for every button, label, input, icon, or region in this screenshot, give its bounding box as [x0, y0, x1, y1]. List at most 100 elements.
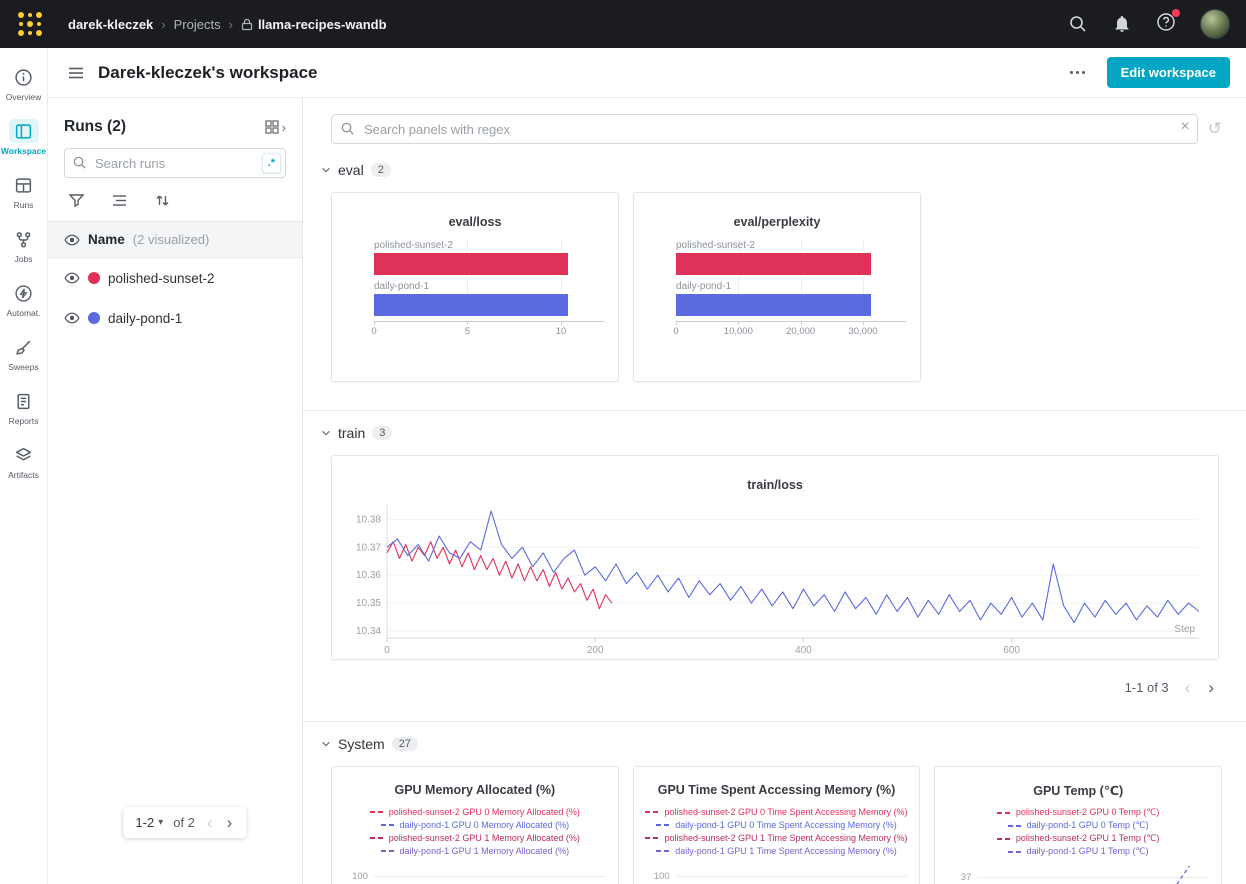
- bar-plot: polished-sunset-2daily-pond-1: [676, 239, 906, 316]
- top-navbar: darek-kleczek › Projects › llama-recipes…: [0, 0, 1246, 48]
- breadcrumb-separator: ›: [161, 17, 165, 32]
- legend-marker-icon: [1008, 851, 1022, 853]
- rail-item-reports[interactable]: Reports: [0, 382, 48, 434]
- breadcrumb-user[interactable]: darek-kleczek: [68, 17, 153, 32]
- rail-item-runs[interactable]: Runs: [0, 166, 48, 218]
- panel-eval-loss[interactable]: eval/loss polished-sunset-2daily-pond-1 …: [331, 192, 619, 382]
- svg-text:0: 0: [384, 645, 390, 656]
- train-loss-line-chart: 10.3410.3510.3610.3710.380200400600Step: [332, 496, 1218, 667]
- run-row-daily-pond-1[interactable]: daily-pond-1: [48, 298, 302, 338]
- runs-panel-title: Runs (2): [64, 118, 126, 136]
- legend-row: daily-pond-1 GPU 1 Time Spent Accessing …: [644, 844, 910, 857]
- bar: [374, 294, 568, 316]
- grid-icon: [264, 119, 280, 135]
- breadcrumb: darek-kleczek › Projects › llama-recipes…: [68, 17, 387, 32]
- prev-panels-button[interactable]: ‹: [1183, 681, 1193, 695]
- panel-title: eval/perplexity: [634, 193, 920, 229]
- legend-marker-icon: [370, 837, 384, 839]
- regex-toggle-button[interactable]: .*: [262, 153, 281, 173]
- svg-text:600: 600: [1003, 645, 1020, 656]
- rail-item-workspace[interactable]: Workspace: [0, 112, 48, 164]
- svg-text:200: 200: [587, 645, 604, 656]
- search-icon: [72, 155, 87, 170]
- page-size-dropdown[interactable]: 1-2 ▾: [135, 815, 163, 830]
- rail-item-sweeps[interactable]: Sweeps: [0, 328, 48, 380]
- automation-bolt-icon: [14, 284, 33, 303]
- panel-gpu-temp[interactable]: GPU Temp (℃) polished-sunset-2 GPU 0 Tem…: [934, 766, 1222, 884]
- next-panels-button[interactable]: ›: [1206, 681, 1216, 695]
- search-runs-input[interactable]: [64, 148, 286, 178]
- breadcrumb-separator: ›: [229, 17, 233, 32]
- eye-icon[interactable]: [64, 232, 80, 248]
- search-panels-input[interactable]: [331, 114, 1198, 144]
- eye-icon[interactable]: [64, 310, 80, 326]
- rail-item-artifacts[interactable]: Artifacts: [0, 436, 48, 488]
- run-color-dot[interactable]: [88, 312, 100, 324]
- prev-page-button[interactable]: ‹: [205, 816, 215, 830]
- sort-icon[interactable]: [154, 192, 171, 209]
- wandb-logo-icon[interactable]: [16, 11, 44, 37]
- section-eval: eval 2 eval/loss polished-sunset-2daily-…: [303, 148, 1246, 394]
- legend-row: daily-pond-1 GPU 0 Time Spent Accessing …: [644, 818, 910, 831]
- legend-row: daily-pond-1 GPU 1 Temp (℃): [945, 845, 1211, 858]
- breadcrumb-projects[interactable]: Projects: [174, 17, 221, 32]
- section-train-header[interactable]: train 3: [303, 411, 1246, 443]
- column-header-name[interactable]: Name: [88, 232, 125, 247]
- run-name[interactable]: daily-pond-1: [108, 311, 182, 326]
- bar: [676, 294, 871, 316]
- legend: polished-sunset-2 GPU 0 Time Spent Acces…: [634, 805, 920, 857]
- next-page-button[interactable]: ›: [225, 816, 235, 830]
- rail-item-overview[interactable]: Overview: [0, 58, 48, 110]
- legend-row: polished-sunset-2 GPU 0 Time Spent Acces…: [644, 805, 910, 818]
- pagination-label: 1-1 of 3: [1125, 680, 1169, 695]
- bar-plot: polished-sunset-2daily-pond-1: [374, 239, 604, 316]
- panel-gpu-time-accessing-memory[interactable]: GPU Time Spent Accessing Memory (%) poli…: [633, 766, 921, 884]
- run-row-polished-sunset-2[interactable]: polished-sunset-2: [48, 258, 302, 298]
- plot-area: 100: [342, 867, 606, 884]
- document-icon: [14, 392, 33, 411]
- broom-icon: [14, 338, 33, 357]
- panel-train-loss[interactable]: train/loss 10.3410.3510.3610.3710.380200…: [331, 455, 1219, 660]
- group-icon[interactable]: [111, 192, 128, 209]
- notifications-bell-icon[interactable]: [1112, 14, 1132, 34]
- eye-icon[interactable]: [64, 270, 80, 286]
- panel-gpu-memory-allocated[interactable]: GPU Memory Allocated (%) polished-sunset…: [331, 766, 619, 884]
- avatar[interactable]: [1200, 9, 1230, 39]
- history-restore-icon[interactable]: ↺: [1208, 119, 1222, 139]
- filter-funnel-icon[interactable]: [68, 192, 85, 209]
- legend-marker-icon: [656, 824, 670, 826]
- rail-item-jobs[interactable]: Jobs: [0, 220, 48, 272]
- section-count-badge: 2: [371, 163, 391, 177]
- section-eval-header[interactable]: eval 2: [303, 148, 1246, 180]
- svg-text:10.37: 10.37: [356, 542, 381, 553]
- bar-series-label: polished-sunset-2: [676, 239, 906, 253]
- section-system: System 27 GPU Memory Allocated (%) polis…: [303, 721, 1246, 884]
- run-color-dot[interactable]: [88, 272, 100, 284]
- x-axis: 0510: [374, 321, 604, 343]
- legend-marker-icon: [997, 838, 1011, 840]
- clear-search-icon[interactable]: ×: [1180, 118, 1189, 136]
- menu-hamburger-icon[interactable]: [66, 63, 86, 83]
- legend-marker-icon: [1008, 825, 1022, 827]
- breadcrumb-project[interactable]: llama-recipes-wandb: [258, 17, 387, 32]
- legend: polished-sunset-2 GPU 0 Memory Allocated…: [332, 805, 618, 857]
- panel-eval-perplexity[interactable]: eval/perplexity polished-sunset-2daily-p…: [633, 192, 921, 382]
- legend-marker-icon: [645, 811, 659, 813]
- search-icon[interactable]: [1068, 14, 1088, 34]
- section-system-header[interactable]: System 27: [303, 722, 1246, 754]
- left-rail: Overview Workspace Runs Jobs Automat. Sw…: [0, 48, 48, 884]
- legend-row: daily-pond-1 GPU 0 Memory Allocated (%): [342, 818, 608, 831]
- chevron-down-icon: [321, 428, 331, 438]
- panel-title: eval/loss: [332, 193, 618, 229]
- help-button[interactable]: [1156, 12, 1176, 37]
- pagination-total: of 2: [173, 815, 195, 830]
- layers-icon: [14, 446, 33, 465]
- edit-workspace-button[interactable]: Edit workspace: [1107, 57, 1230, 88]
- expand-table-button[interactable]: ›: [264, 119, 286, 135]
- legend-marker-icon: [370, 811, 384, 813]
- run-name[interactable]: polished-sunset-2: [108, 271, 215, 286]
- rail-item-automations[interactable]: Automat.: [0, 274, 48, 326]
- more-options-icon[interactable]: [1064, 65, 1091, 80]
- chevron-down-icon: [321, 739, 331, 749]
- app: darek-kleczek › Projects › llama-recipes…: [0, 0, 1246, 884]
